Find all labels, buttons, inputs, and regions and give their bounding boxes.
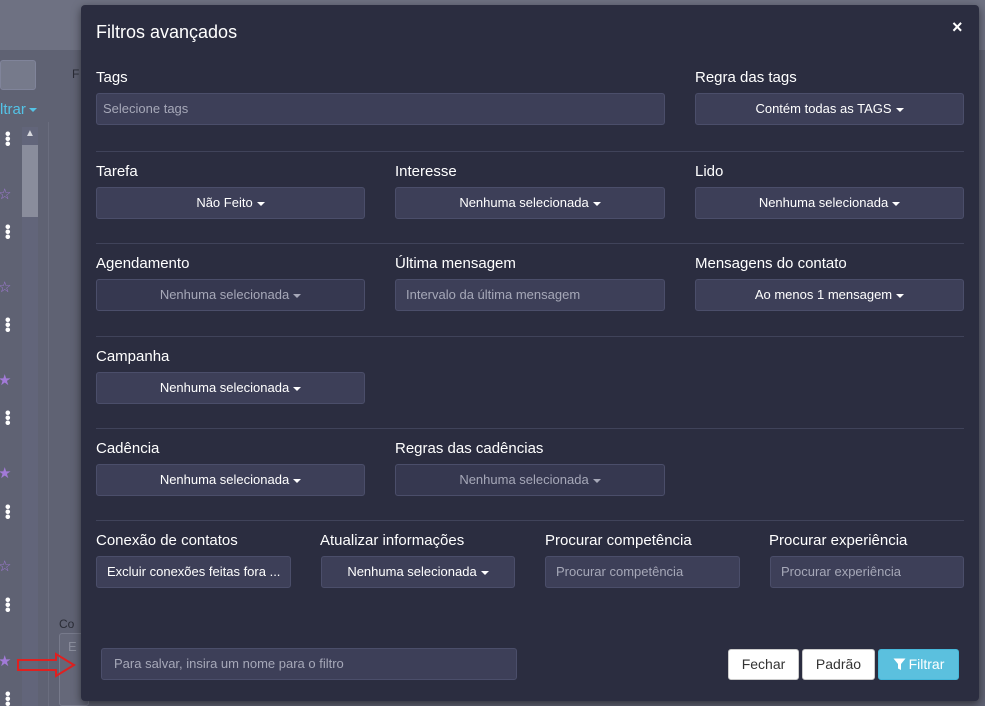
interest-label: Interesse xyxy=(395,163,457,180)
campaign-dropdown[interactable]: Nenhuma selecionada xyxy=(96,372,365,404)
background-filter-dropdown: ltrar xyxy=(0,101,37,118)
caret-down-icon xyxy=(892,201,901,206)
last-message-range-input[interactable]: Intervalo da última mensagem xyxy=(395,279,665,311)
contact-messages-label: Mensagens do contato xyxy=(695,255,847,272)
task-value: Não Feito xyxy=(196,195,253,210)
close-button[interactable]: Fechar xyxy=(728,649,799,680)
contact-connection-label: Conexão de contatos xyxy=(96,532,238,549)
modal-title: Filtros avançados xyxy=(96,22,238,42)
more-options-icon: • • • xyxy=(5,219,11,246)
more-options-icon: • • • xyxy=(5,312,11,339)
cadence-rules-dropdown[interactable]: Nenhuma selecionada xyxy=(395,464,665,496)
cadence-value: Nenhuma selecionada xyxy=(159,472,290,487)
search-experience-input[interactable]: Procurar experiência xyxy=(770,556,964,588)
campaign-value: Nenhuma selecionada xyxy=(159,380,290,395)
background-label-f: F xyxy=(72,67,80,81)
divider xyxy=(96,428,964,429)
more-options-icon: • • • xyxy=(5,126,11,153)
divider xyxy=(96,151,964,152)
star-filled-icon: ★ xyxy=(0,653,12,670)
star-filled-icon: ★ xyxy=(0,465,12,482)
star-outline-icon: ☆ xyxy=(0,186,12,203)
caret-down-icon xyxy=(293,478,302,483)
tag-rule-value: Contém todas as TAGS xyxy=(755,101,892,116)
update-info-dropdown[interactable]: Nenhuma selecionada xyxy=(321,556,515,588)
scroll-up-icon: ▲ xyxy=(25,128,35,139)
filter-icon xyxy=(893,658,906,670)
task-dropdown[interactable]: Não Feito xyxy=(96,187,365,219)
background-label-co: Co xyxy=(59,617,75,631)
close-icon[interactable]: × xyxy=(952,17,963,38)
divider xyxy=(96,520,964,521)
advanced-filters-modal: Filtros avançados × Tags Selecione tags … xyxy=(81,5,979,701)
cadence-dropdown[interactable]: Nenhuma selecionada xyxy=(96,464,365,496)
apply-filter-label: Filtrar xyxy=(908,656,945,672)
last-message-label: Última mensagem xyxy=(395,255,516,272)
tags-label: Tags xyxy=(96,69,128,86)
search-experience-label: Procurar experiência xyxy=(769,532,908,549)
update-info-label: Atualizar informações xyxy=(320,532,465,549)
search-competence-input[interactable]: Procurar competência xyxy=(545,556,740,588)
caret-down-icon xyxy=(293,293,302,298)
campaign-label: Campanha xyxy=(96,348,170,365)
divider xyxy=(96,243,964,244)
more-options-icon: • • • xyxy=(5,686,11,706)
more-options-icon: • • • xyxy=(5,405,11,432)
caret-down-icon xyxy=(480,570,489,575)
red-arrow-annotation-icon xyxy=(17,652,76,678)
tag-rule-label: Regra das tags xyxy=(695,69,797,86)
tag-rule-dropdown[interactable]: Contém todas as TAGS xyxy=(695,93,964,125)
background-button xyxy=(0,60,36,90)
divider xyxy=(96,336,964,337)
star-filled-icon: ★ xyxy=(0,372,12,389)
search-competence-label: Procurar competência xyxy=(545,532,692,549)
more-options-icon: • • • xyxy=(5,592,11,619)
default-button[interactable]: Padrão xyxy=(802,649,875,680)
read-dropdown[interactable]: Nenhuma selecionada xyxy=(695,187,964,219)
contact-connection-value: Excluir conexões feitas fora ... xyxy=(107,564,281,579)
star-outline-icon: ☆ xyxy=(0,558,12,575)
read-label: Lido xyxy=(695,163,724,180)
background-scrollbar-thumb xyxy=(22,145,38,217)
interest-dropdown[interactable]: Nenhuma selecionada xyxy=(395,187,665,219)
caret-down-icon xyxy=(256,201,265,206)
scheduling-label: Agendamento xyxy=(96,255,190,272)
star-outline-icon: ☆ xyxy=(0,279,12,296)
scheduling-dropdown[interactable]: Nenhuma selecionada xyxy=(96,279,365,311)
more-options-icon: • • • xyxy=(5,499,11,526)
scheduling-value: Nenhuma selecionada xyxy=(159,287,290,302)
cadence-rules-value: Nenhuma selecionada xyxy=(459,472,589,487)
read-value: Nenhuma selecionada xyxy=(758,195,889,210)
tags-input[interactable]: Selecione tags xyxy=(96,93,665,125)
caret-down-icon xyxy=(592,201,601,206)
caret-down-icon xyxy=(592,478,601,483)
contact-messages-value: Ao menos 1 mensagem xyxy=(754,287,893,302)
caret-down-icon xyxy=(895,107,904,112)
apply-filter-button[interactable]: Filtrar xyxy=(878,649,959,680)
interest-value: Nenhuma selecionada xyxy=(459,195,589,210)
task-label: Tarefa xyxy=(96,163,138,180)
cadence-rules-label: Regras das cadências xyxy=(395,440,544,457)
update-info-value: Nenhuma selecionada xyxy=(347,564,477,579)
caret-down-icon xyxy=(896,293,905,298)
filter-name-input[interactable]: Para salvar, insira um nome para o filtr… xyxy=(101,648,517,680)
cadence-label: Cadência xyxy=(96,440,160,457)
contact-connection-dropdown[interactable]: Excluir conexões feitas fora ... xyxy=(96,556,291,588)
caret-down-icon xyxy=(293,386,302,391)
contact-messages-dropdown[interactable]: Ao menos 1 mensagem xyxy=(695,279,964,311)
